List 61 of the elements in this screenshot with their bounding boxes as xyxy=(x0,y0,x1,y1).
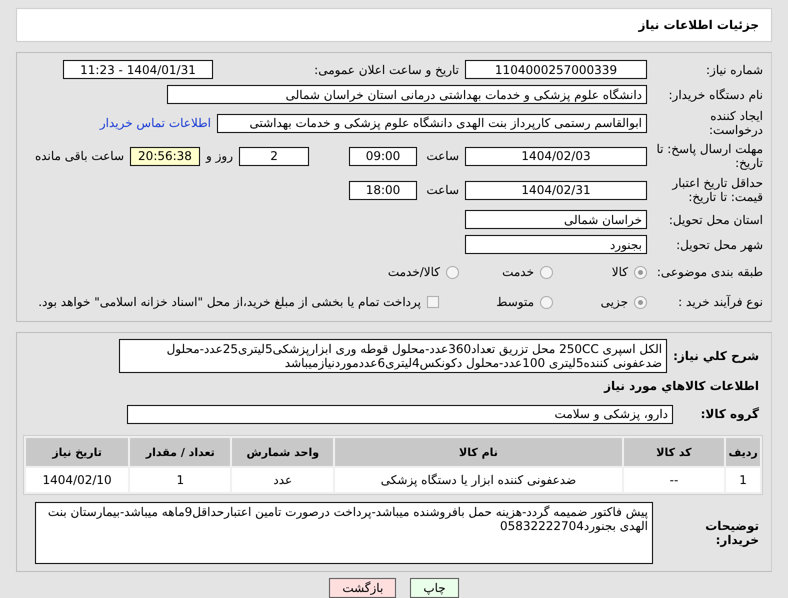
radio-button[interactable] xyxy=(540,296,553,308)
treasury-label: پرداخت تمام یا بخشی از مبلغ خرید،از محل "اسناد خزانه اسلامی" خواهد بود. xyxy=(38,295,421,309)
need-number-field: 1104000257000339 xyxy=(465,60,647,79)
field-label: ایجاد کننده درخواست: xyxy=(708,109,763,137)
field-label: مهلت ارسال پاسخ: تا تاریخ: xyxy=(655,142,763,170)
table-cell: 1404/02/10 xyxy=(26,468,128,492)
page-title: جزئیات اطلاعات نیاز xyxy=(16,8,772,42)
table-cell: 1 xyxy=(726,468,760,492)
radio-button[interactable] xyxy=(634,296,647,308)
time-label: ساعت xyxy=(425,149,459,163)
section-title: اطلاعات کالاهاي مورد نياز xyxy=(602,379,759,393)
creator-field: ابوالقاسم رستمی کارپرداز بنت الهدی دانشگاه علوم پزشکی و خدمات بهداشتی xyxy=(217,114,647,132)
field-label: شماره نیاز: xyxy=(705,62,763,76)
remaining-label: ساعت باقی مانده xyxy=(34,149,124,163)
validity-date-field: 1404/02/31 xyxy=(465,180,647,200)
radio-label: کالا/خدمت xyxy=(388,265,440,279)
table-cell: -- xyxy=(624,468,724,492)
column-header: نام کالا xyxy=(335,438,622,466)
column-header: تاریخ نیاز xyxy=(26,438,128,466)
column-header: واحد شمارش xyxy=(232,438,334,466)
radio-button[interactable] xyxy=(446,266,459,278)
field-label: نام دستگاه خریدار: xyxy=(668,88,763,102)
days-label: روز و xyxy=(206,149,233,163)
table-cell: 1 xyxy=(130,468,230,492)
city-field: بجنورد xyxy=(465,235,647,254)
radio-button[interactable] xyxy=(540,266,553,278)
deadline-time-field: 09:00 xyxy=(349,146,417,166)
checkbox[interactable] xyxy=(427,296,439,308)
radio-label: کالا xyxy=(612,265,628,279)
province-field: خراسان شمالی xyxy=(465,210,647,229)
validity-time-field: 18:00 xyxy=(349,180,417,200)
field-label: حداقل تاریخ اعتبار قیمت: تا تاریخ: xyxy=(670,176,763,204)
goods-group-field: دارو، پزشکی و سلامت xyxy=(127,404,673,424)
back-button[interactable]: بازگشت xyxy=(329,578,396,598)
column-header: تعداد / مقدار xyxy=(130,438,230,466)
buyer-notes-field: پیش فاکتور ضمیمه گردد-هزینه حمل بافروشنده میباشد-پرداخت درصورت تامین اعتبارحداقل9ماهه میباشد-بیمارستان بنت الهدی بجنورد05832222704 xyxy=(35,502,653,564)
field-label: تاریخ و ساعت اعلان عمومی: xyxy=(313,62,459,76)
buyer-org-field: دانشگاه علوم پزشکی و خدمات بهداشتی درمانی استان خراسان شمالی xyxy=(167,85,647,104)
table-cell: عدد xyxy=(232,468,334,492)
field-label: طبقه بندی موضوعی: xyxy=(656,265,763,279)
radio-label: متوسط xyxy=(496,295,534,309)
field-label: شرح کلي نياز: xyxy=(673,349,759,363)
field-label: استان محل تحویل: xyxy=(668,212,763,226)
field-label: گروه کالا: xyxy=(700,407,759,421)
days-field: 2 xyxy=(239,146,309,166)
field-label: شهر محل تحویل: xyxy=(675,238,763,252)
print-button[interactable]: چاپ xyxy=(410,578,459,598)
field-label: توضیحات خریدار: xyxy=(704,519,759,547)
remaining-time-field: 20:56:38 xyxy=(130,146,200,166)
deadline-date-field: 1404/02/03 xyxy=(465,146,647,166)
time-label: ساعت xyxy=(425,183,459,197)
radio-label: جزیی xyxy=(600,295,628,309)
buyer-contact-link[interactable]: اطلاعات تماس خریدار xyxy=(100,116,211,130)
radio-button[interactable] xyxy=(634,266,647,278)
column-header: ردیف xyxy=(726,438,760,466)
announce-date-field: 1404/01/31 - 11:23 xyxy=(63,60,213,79)
radio-label: خدمت xyxy=(502,265,534,279)
field-label: نوع فرآیند خرید : xyxy=(677,295,763,309)
table-cell: ضدعفونی کننده ابزار یا دستگاه پزشکی xyxy=(335,468,622,492)
column-header: کد کالا xyxy=(624,438,724,466)
summary-field: الکل اسپری 250CC محل تزریق تعداد360عدد-محلول قوطه وری ابزارپزشکی5لیتری25عدد-محلول ضدعفونی کننده5لیتری 100عدد-محلول دکونکس4لیتری6عددموردنیازمیباشد xyxy=(119,339,668,373)
